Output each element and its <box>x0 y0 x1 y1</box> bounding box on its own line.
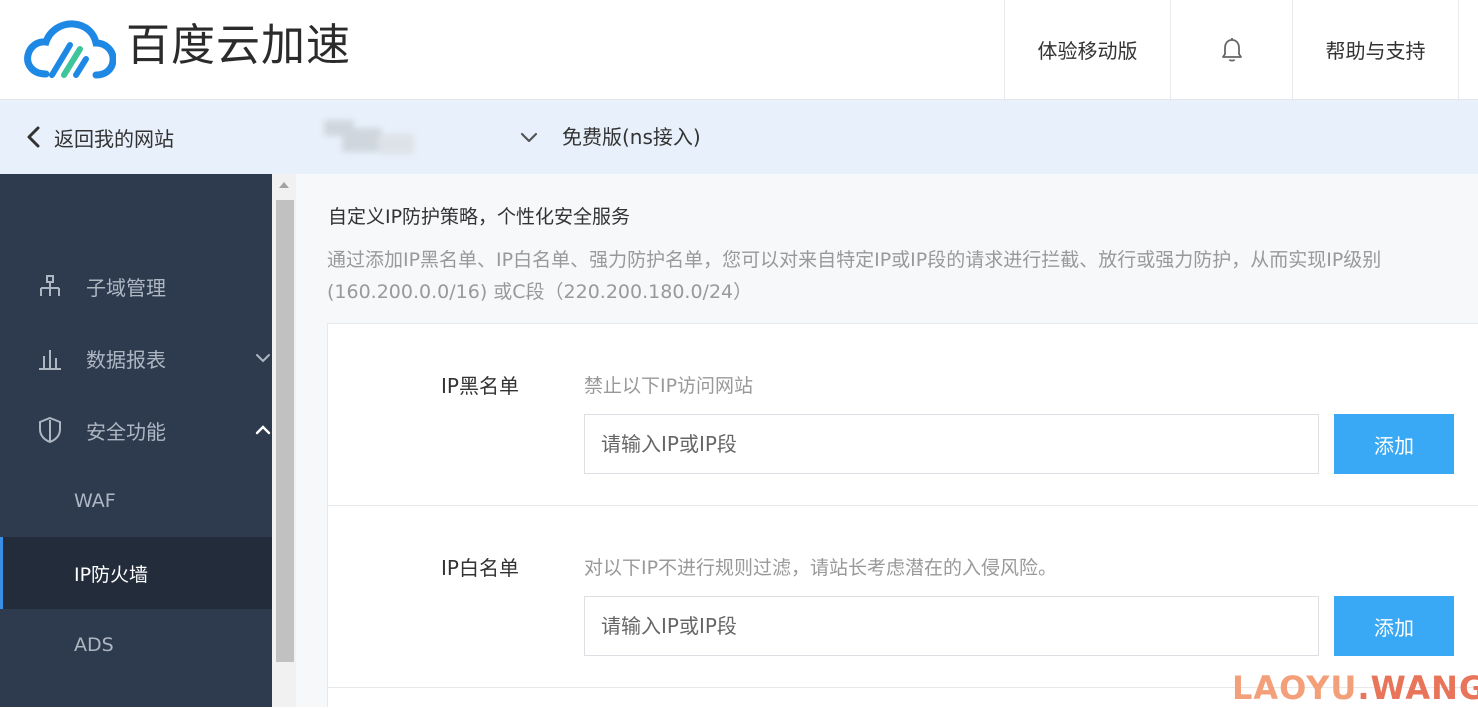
sidebar-item-reports[interactable]: 数据报表 <box>0 322 272 394</box>
watermark-part: .WANG <box>1357 669 1478 707</box>
blacklist-title: IP黑名单 <box>441 374 519 398</box>
scroll-up-arrow-icon[interactable] <box>279 182 289 188</box>
blacklist-description: 禁止以下IP访问网站 <box>584 375 754 397</box>
sidebar-subitem-label: ADS <box>74 634 114 656</box>
sidebar-item-security[interactable]: 安全功能 <box>0 394 272 466</box>
sidebar-item-label: 数据报表 <box>86 347 166 372</box>
header-nav: 体验移动版 帮助与支持 <box>1004 0 1478 99</box>
chevron-left-icon <box>27 126 40 148</box>
whitelist-add-button[interactable]: 添加 <box>1334 596 1454 656</box>
blacklist-section: IP黑名单 禁止以下IP访问网站 添加 <box>328 324 1478 506</box>
brand-name: 百度云加速 <box>126 20 351 71</box>
whitelist-title: IP白名单 <box>441 556 519 580</box>
sidebar-item-subdomain[interactable]: 子域管理 <box>0 250 272 322</box>
sidebar-item-label: 安全功能 <box>86 419 166 444</box>
intro-description: 通过添加IP黑名单、IP白名单、强力防护名单，您可以对来自特定IP或IP段的请求… <box>327 244 1478 308</box>
blacklist-ip-input[interactable] <box>584 414 1319 474</box>
sidebar-subitem-label: IP防火墙 <box>74 563 149 586</box>
subdomain-icon <box>40 275 60 296</box>
shield-icon <box>39 416 61 444</box>
back-to-sites-link[interactable]: 返回我的网站 <box>24 121 174 153</box>
chevron-down-icon <box>256 354 270 363</box>
sidebar-subitem-ip-firewall[interactable]: IP防火墙 <box>0 537 272 609</box>
sidebar-subitem-label: WAF <box>74 490 116 512</box>
chevron-up-icon <box>255 425 271 435</box>
sidebar-subitem-waf[interactable]: WAF <box>0 465 272 537</box>
back-label: 返回我的网站 <box>54 126 174 151</box>
top-header: 百度云加速 体验移动版 帮助与支持 <box>0 0 1478 100</box>
whitelist-ip-input[interactable] <box>584 596 1319 656</box>
main-content: 自定义IP防护策略，个性化安全服务 通过添加IP黑名单、IP白名单、强力防护名单… <box>296 174 1478 707</box>
baidu-cloud-logo[interactable] <box>24 18 116 80</box>
bell-icon <box>1221 37 1242 62</box>
chevron-down-icon[interactable] <box>516 124 542 150</box>
sidebar: 子域管理 数据报表 安全功能 WAF IP防火墙 ADS <box>0 174 272 707</box>
sidebar-subitem-ads[interactable]: ADS <box>0 609 272 681</box>
whitelist-description: 对以下IP不进行规则过滤，请站长考虑潜在的入侵风险。 <box>584 557 1058 579</box>
help-support-link[interactable]: 帮助与支持 <box>1292 0 1458 99</box>
ip-rules-card: IP黑名单 禁止以下IP访问网站 添加 IP白名单 对以下IP不进行规则过滤，请… <box>327 323 1478 707</box>
sidebar-scrollbar[interactable] <box>272 174 296 707</box>
intro-description-line: 通过添加IP黑名单、IP白名单、强力防护名单，您可以对来自特定IP或IP段的请求… <box>327 249 1382 271</box>
chart-icon <box>39 350 61 370</box>
header-nav-end <box>1458 0 1478 99</box>
site-bar: 返回我的网站 免费版(ns接入) <box>0 100 1478 174</box>
intro-description-line: (160.200.0.0/16) 或C段（220.200.180.0/24） <box>327 281 753 303</box>
plan-label: 免费版(ns接入) <box>562 125 701 149</box>
mobile-version-link[interactable]: 体验移动版 <box>1004 0 1170 99</box>
watermark: LAOYU.WANG <box>1232 668 1478 708</box>
scrollbar-thumb[interactable] <box>276 200 294 662</box>
sidebar-item-label: 子域管理 <box>86 275 166 300</box>
blacklist-add-button[interactable]: 添加 <box>1334 414 1454 474</box>
intro-title: 自定义IP防护策略，个性化安全服务 <box>328 206 631 228</box>
site-name-redacted[interactable] <box>322 118 418 156</box>
watermark-part: LAOYU <box>1232 669 1358 707</box>
notifications-button[interactable] <box>1170 0 1292 99</box>
whitelist-section: IP白名单 对以下IP不进行规则过滤，请站长考虑潜在的入侵风险。 添加 <box>328 506 1478 688</box>
